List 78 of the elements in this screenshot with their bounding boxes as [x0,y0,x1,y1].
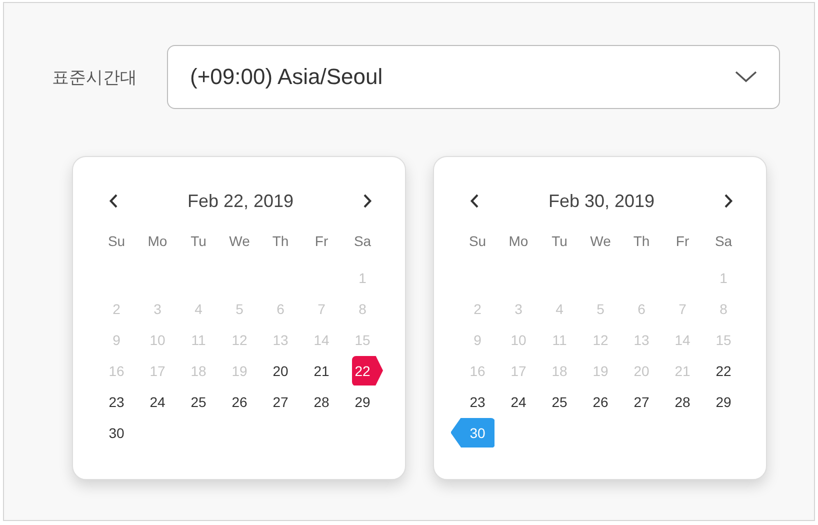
day-number: 2 [112,300,120,316]
day-number: 9 [112,332,120,348]
day-number[interactable]: 23 [470,394,486,410]
weekday-label: We [229,232,250,248]
day-number: 5 [596,300,604,316]
day-number: 1 [358,270,366,286]
day-number: 7 [318,300,326,316]
day-number[interactable]: 21 [314,362,330,378]
day-number: 7 [678,300,686,316]
weekday-label: Tu [552,232,568,248]
weekday-label: Mo [148,232,168,248]
day-number: 10 [150,332,166,348]
day-number: 20 [634,362,650,378]
day-number[interactable]: 26 [592,394,608,410]
day-number: 19 [232,362,248,378]
weekday-label: Fr [314,232,328,248]
day-number: 4 [194,300,202,316]
day-number[interactable]: 24 [510,394,526,410]
day-number: 13 [634,332,650,348]
day-number: 14 [314,332,330,348]
weekday-label: Sa [354,232,372,248]
weekday-label: Su [108,232,126,248]
day-number: 18 [552,362,568,378]
timezone-label: 표준시간대 [52,66,137,88]
weekday-label: Su [468,232,486,248]
day-number: 15 [716,332,732,348]
day-number: 8 [358,300,366,316]
weekday-label: Mo [508,232,528,248]
weekday-label: Fr [676,232,690,248]
day-number[interactable]: 29 [354,394,370,410]
day-number: 6 [276,300,284,316]
day-number: 19 [592,362,608,378]
day-number[interactable]: 24 [150,394,166,410]
day-number: 18 [190,362,206,378]
day-number: 11 [191,332,206,348]
day-number: 15 [354,332,370,348]
day-number[interactable]: 22 [716,362,732,378]
day-number: 13 [272,332,288,348]
day-number: 17 [510,362,526,378]
day-number: 16 [108,362,124,378]
day-number: 11 [552,332,567,348]
day-number: 1 [720,270,728,286]
day-number[interactable]: 30 [108,424,124,440]
day-number: 12 [232,332,248,348]
day-number: 5 [236,300,244,316]
weekday-label: Th [272,232,289,248]
weekday-label: Sa [714,232,732,248]
day-number[interactable]: 20 [272,362,288,378]
day-number[interactable]: 23 [108,394,124,410]
weekday-label: Th [633,232,650,248]
day-number[interactable]: 27 [634,394,650,410]
day-number[interactable]: 28 [674,394,690,410]
day-number[interactable]: 27 [272,394,288,410]
weekday-label: Tu [190,232,206,248]
day-number[interactable]: 28 [314,394,330,410]
day-number: 6 [638,300,646,316]
day-number[interactable]: 25 [190,394,206,410]
day-number: 9 [474,332,482,348]
day-number: 3 [154,300,162,316]
calendar-title: Feb 22, 2019 [187,190,294,212]
day-number[interactable]: 25 [552,394,568,410]
day-number: 12 [592,332,608,348]
day-number: 21 [674,362,690,378]
day-number: 14 [674,332,690,348]
chevron-down-icon [735,71,757,83]
day-number: 2 [474,300,482,316]
weekday-label: We [590,232,611,248]
selected-day[interactable]: 22 [352,356,383,386]
day-number: 17 [150,362,166,378]
day-number: 16 [470,362,486,378]
day-number: 4 [556,300,564,316]
day-number[interactable]: 29 [716,394,732,410]
day-number: 8 [720,300,728,316]
timezone-dropdown[interactable]: (+09:00) Asia/Seoul [167,45,780,109]
day-number[interactable]: 26 [232,394,248,410]
day-number: 10 [510,332,526,348]
calendar-title: Feb 30, 2019 [548,190,655,212]
day-number: 3 [514,300,522,316]
